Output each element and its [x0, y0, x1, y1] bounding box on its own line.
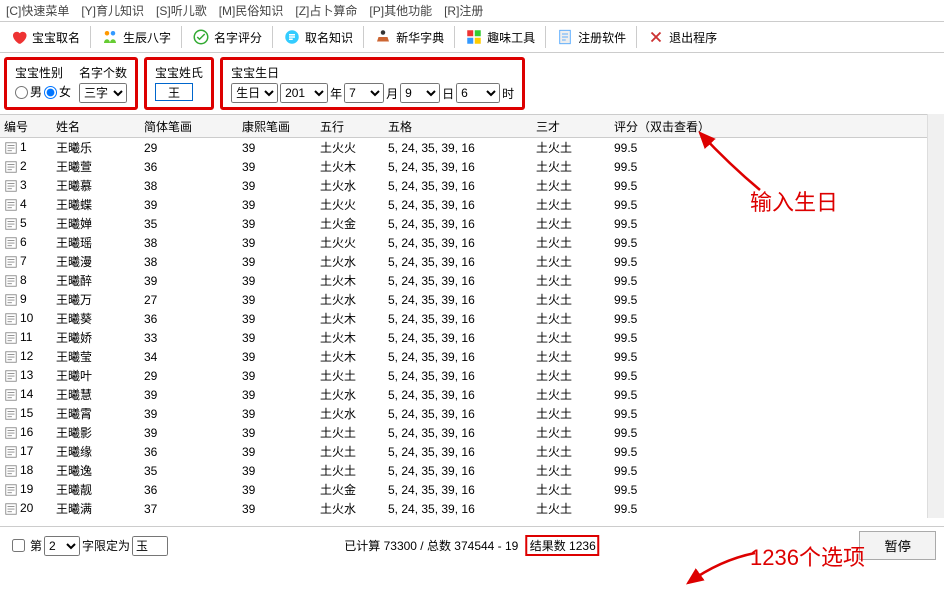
table-row[interactable]: 11王曦娇3339土火木5, 24, 35, 39, 16土火土99.5 — [0, 328, 944, 347]
table-row[interactable]: 7王曦漫3839土火水5, 24, 35, 39, 16土火土99.5 — [0, 252, 944, 271]
surname-input[interactable] — [155, 83, 193, 101]
label-month: 月 — [386, 85, 398, 102]
birthday-day-select[interactable]: 9 — [400, 83, 440, 103]
gender-count-panel: 宝宝性别 男 女 名字个数 三字 — [4, 57, 138, 110]
table-row[interactable]: 3王曦慕3839土火水5, 24, 35, 39, 16土火土99.5 — [0, 176, 944, 195]
label-day: 日 — [442, 85, 454, 102]
toolbar-separator — [90, 26, 91, 48]
toolbar: 宝宝取名生辰八字名字评分取名知识新华字典趣味工具注册软件退出程序 — [0, 21, 944, 53]
birthday-year-select[interactable]: 201 — [280, 83, 328, 103]
column-header[interactable]: 评分（双击查看） — [610, 118, 738, 135]
menu-item[interactable]: [R]注册 — [444, 2, 483, 19]
table-row[interactable]: 10王曦葵3639土火木5, 24, 35, 39, 16土火土99.5 — [0, 309, 944, 328]
toolbar-bazi[interactable]: 生辰八字 — [95, 24, 177, 50]
birthday-panel: 宝宝生日 生日 201 年 7 月 9 日 6 时 — [220, 57, 525, 110]
menu-item[interactable]: [M]民俗知识 — [219, 2, 284, 19]
column-header[interactable]: 三才 — [532, 118, 610, 135]
label-page: 第 — [30, 537, 42, 554]
table-row[interactable]: 8王曦醉3939土火木5, 24, 35, 39, 16土火土99.5 — [0, 271, 944, 290]
toolbar-tools[interactable]: 趣味工具 — [459, 24, 541, 50]
table-row[interactable]: 17王曦缘3639土火土5, 24, 35, 39, 16土火土99.5 — [0, 442, 944, 461]
table-row[interactable]: 20王曦满3739土火水5, 24, 35, 39, 16土火土99.5 — [0, 499, 944, 518]
menu-item[interactable]: [Y]育儿知识 — [81, 2, 144, 19]
birthday-month-select[interactable]: 7 — [344, 83, 384, 103]
result-count-box: 结果数 1236 — [526, 535, 600, 556]
settings-row: 宝宝性别 男 女 名字个数 三字 宝宝姓氏 宝宝生日 生日 — [0, 53, 944, 114]
toolbar-separator — [363, 26, 364, 48]
menu-item[interactable]: [C]快速菜单 — [6, 2, 69, 19]
birthday-title: 宝宝生日 — [231, 64, 514, 81]
column-header[interactable]: 编号 — [0, 118, 52, 135]
status-text: 已计算 73300 / 总数 374544 - 19 — [344, 537, 518, 554]
menu-item[interactable]: [P]其他功能 — [369, 2, 432, 19]
toolbar-separator — [636, 26, 637, 48]
table-row[interactable]: 13王曦叶2939土火土5, 24, 35, 39, 16土火土99.5 — [0, 366, 944, 385]
label-male: 男 — [30, 85, 42, 99]
toolbar-separator — [181, 26, 182, 48]
birthday-type-select[interactable]: 生日 — [231, 83, 278, 103]
table-row[interactable]: 12王曦莹3439土火木5, 24, 35, 39, 16土火土99.5 — [0, 347, 944, 366]
name-count-select[interactable]: 三字 — [79, 83, 127, 103]
table-row[interactable]: 2王曦萱3639土火木5, 24, 35, 39, 16土火土99.5 — [0, 157, 944, 176]
menu-item[interactable]: [S]听儿歌 — [156, 2, 207, 19]
gender-female-option[interactable]: 女 — [44, 83, 71, 100]
toolbar-separator — [545, 26, 546, 48]
column-header[interactable]: 五格 — [384, 118, 532, 135]
table-row[interactable]: 9王曦万2739土火水5, 24, 35, 39, 16土火土99.5 — [0, 290, 944, 309]
column-header[interactable]: 简体笔画 — [140, 118, 238, 135]
birthday-hour-select[interactable]: 6 — [456, 83, 500, 103]
toolbar-register[interactable]: 注册软件 — [550, 24, 632, 50]
table-row[interactable]: 18王曦逸3539土火土5, 24, 35, 39, 16土火土99.5 — [0, 461, 944, 480]
table-row[interactable]: 14王曦慧3939土火水5, 24, 35, 39, 16土火土99.5 — [0, 385, 944, 404]
table-row[interactable]: 4王曦蝶3939土火火5, 24, 35, 39, 16土火土99.5 — [0, 195, 944, 214]
label-hour: 时 — [502, 85, 514, 102]
surname-panel: 宝宝姓氏 — [144, 57, 214, 110]
label-limit: 字限定为 — [82, 537, 130, 554]
column-header[interactable]: 五行 — [316, 118, 384, 135]
toolbar-exit[interactable]: 退出程序 — [641, 24, 723, 50]
table-row[interactable]: 19王曦靓3639土火金5, 24, 35, 39, 16土火土99.5 — [0, 480, 944, 499]
pause-button[interactable]: 暂停 — [859, 531, 936, 560]
toolbar-naming[interactable]: 宝宝取名 — [4, 24, 86, 50]
toolbar-dict[interactable]: 新华字典 — [368, 24, 450, 50]
toolbar-knowledge[interactable]: 取名知识 — [277, 24, 359, 50]
table-row[interactable]: 5王曦婵3539土火金5, 24, 35, 39, 16土火土99.5 — [0, 214, 944, 233]
label-year: 年 — [330, 85, 342, 102]
table-row[interactable]: 6王曦瑶3839土火火5, 24, 35, 39, 16土火土99.5 — [0, 233, 944, 252]
page-select[interactable]: 2 — [44, 536, 80, 556]
limit-char-input[interactable] — [132, 536, 168, 556]
column-header[interactable]: 康熙笔画 — [238, 118, 316, 135]
menu-item[interactable]: [Z]占卜算命 — [295, 2, 357, 19]
results-grid: 编号姓名简体笔画康熙笔画五行五格三才评分（双击查看） 1王曦乐2939土火火5,… — [0, 114, 944, 518]
gender-male-option[interactable]: 男 — [15, 83, 42, 100]
label-female: 女 — [59, 85, 71, 99]
column-header[interactable]: 姓名 — [52, 118, 140, 135]
grid-header: 编号姓名简体笔画康熙笔画五行五格三才评分（双击查看） — [0, 115, 944, 138]
results-area: 编号姓名简体笔画康熙笔画五行五格三才评分（双击查看） 1王曦乐2939土火火5,… — [0, 114, 944, 518]
surname-title: 宝宝姓氏 — [155, 64, 203, 81]
menubar: [C]快速菜单 [Y]育儿知识 [S]听儿歌 [M]民俗知识 [Z]占卜算命 [P]其他功… — [0, 0, 944, 21]
count-title: 名字个数 — [79, 64, 127, 81]
limit-checkbox[interactable] — [12, 539, 25, 552]
bottom-bar: 第 2 字限定为 已计算 73300 / 总数 374544 - 19 结果数 … — [0, 526, 944, 564]
gender-title: 宝宝性别 — [15, 64, 71, 81]
table-row[interactable]: 16王曦影3939土火土5, 24, 35, 39, 16土火土99.5 — [0, 423, 944, 442]
table-row[interactable]: 1王曦乐2939土火火5, 24, 35, 39, 16土火土99.5 — [0, 138, 944, 157]
toolbar-score[interactable]: 名字评分 — [186, 24, 268, 50]
toolbar-separator — [272, 26, 273, 48]
scrollbar[interactable] — [927, 114, 944, 518]
table-row[interactable]: 15王曦霄3939土火水5, 24, 35, 39, 16土火土99.5 — [0, 404, 944, 423]
toolbar-separator — [454, 26, 455, 48]
